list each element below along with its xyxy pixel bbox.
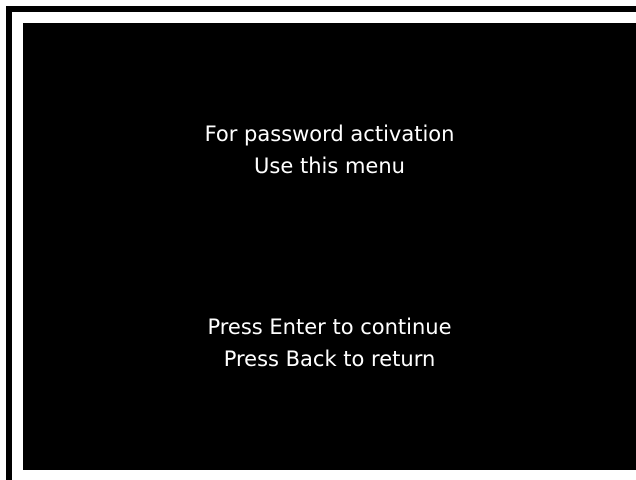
menu-title-line-2: Use this menu: [254, 154, 405, 178]
menu-screen: For password activation Use this menu Pr…: [23, 23, 636, 470]
instruction-return: Press Back to return: [223, 347, 436, 371]
menu-instructions: Press Enter to continue Press Back to re…: [23, 311, 636, 375]
instruction-continue: Press Enter to continue: [207, 315, 452, 339]
menu-title: For password activation Use this menu: [23, 118, 636, 182]
menu-title-line-1: For password activation: [204, 122, 455, 146]
